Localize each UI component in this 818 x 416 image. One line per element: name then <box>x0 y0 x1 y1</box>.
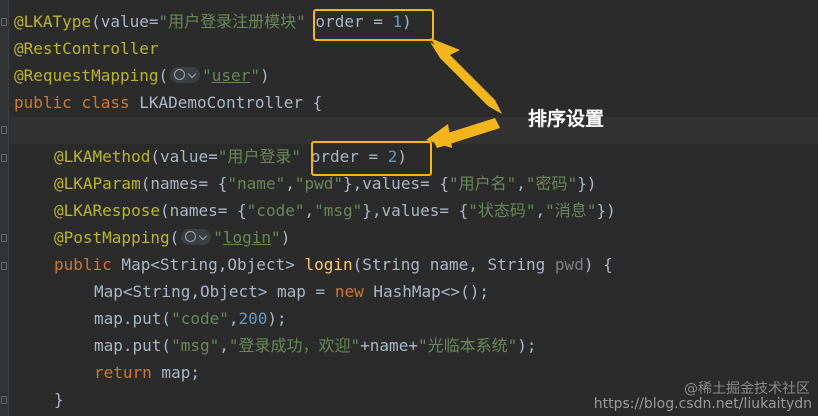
code-line-3: @RequestMapping("user") <box>14 66 270 85</box>
globe-icon <box>174 68 186 80</box>
order-highlight-box-1 <box>313 9 434 41</box>
chevron-down-icon <box>198 231 208 240</box>
watermark-juejin: @稀土掘金技术社区 <box>684 381 810 397</box>
watermark-csdn: https://blog.csdn.net/liukaitydn <box>593 396 812 412</box>
request-mapping-link[interactable]: user <box>212 66 251 85</box>
code-line-14: return map; <box>94 363 200 382</box>
code-line-2: @RestController <box>14 39 159 58</box>
fold-marker[interactable] <box>1 126 7 134</box>
code-line-10: public Map<String,Object> login(String n… <box>54 255 613 274</box>
post-mapping-link[interactable]: login <box>223 228 271 247</box>
code-line-4: public class LKADemoController { <box>14 93 323 112</box>
editor-gutter <box>0 0 9 416</box>
order-highlight-box-2 <box>311 141 432 176</box>
fold-marker[interactable] <box>1 262 7 270</box>
code-line-7: @LKAParam(names= {"name","pwd"},values= … <box>54 174 597 193</box>
arrow-head-1 <box>430 38 460 58</box>
globe-icon <box>185 230 197 242</box>
arrow-to-box-1 <box>430 42 502 114</box>
code-line-15: } <box>54 390 64 409</box>
code-line-13: map.put("msg","登录成功，欢迎"+name+"光临本系统"); <box>94 336 537 355</box>
current-line-highlight <box>9 117 818 144</box>
annotation-label: 排序设置 <box>528 108 605 130</box>
fold-marker[interactable] <box>1 396 7 404</box>
code-line-8: @LKARespose(names= {"code","msg"},values… <box>54 201 616 220</box>
url-globe-icon[interactable] <box>170 66 201 83</box>
chevron-down-icon <box>187 69 197 78</box>
code-line-12: map.put("code",200); <box>94 309 287 328</box>
code-line-11: Map<String,Object> map = new HashMap<>()… <box>94 282 489 301</box>
code-line-9: @PostMapping("login") <box>54 228 291 247</box>
fold-marker[interactable] <box>1 234 7 242</box>
fold-marker[interactable] <box>1 154 7 162</box>
url-globe-icon[interactable] <box>181 228 212 245</box>
fold-marker[interactable] <box>1 18 7 26</box>
